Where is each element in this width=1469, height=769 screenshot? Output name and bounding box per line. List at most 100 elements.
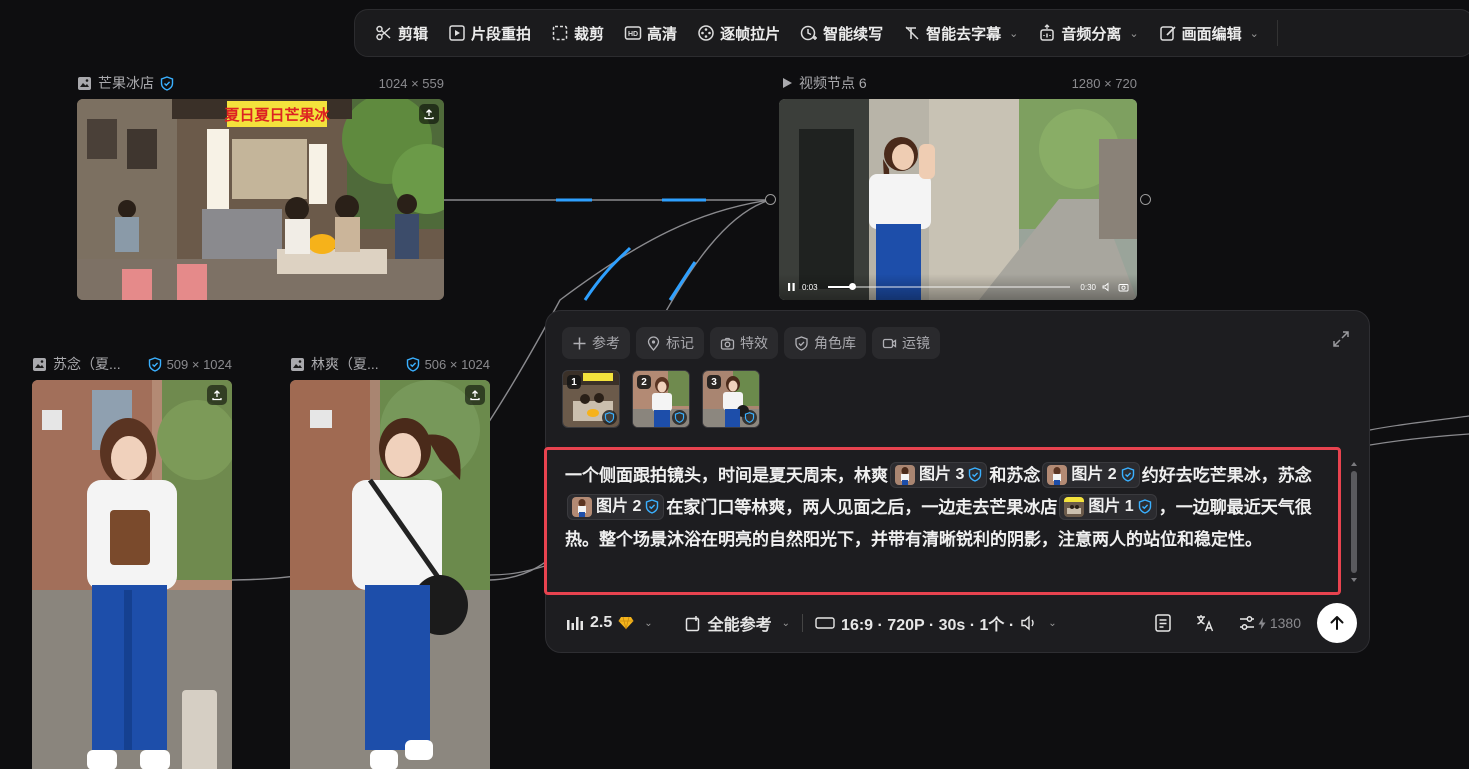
thumb-number: 1 xyxy=(567,375,581,389)
upload-button[interactable] xyxy=(465,385,485,405)
tool-smart-continue-button[interactable]: 智能续写 xyxy=(790,17,893,49)
video-output-port[interactable] xyxy=(1140,194,1151,205)
reference-thumb-1[interactable]: 1 xyxy=(562,370,620,428)
model-select[interactable]: 2.5 ⌄ xyxy=(566,614,653,632)
tool-label: 高清 xyxy=(647,25,678,43)
play-icon xyxy=(783,78,792,88)
pause-icon[interactable] xyxy=(787,282,796,292)
verified-shield-icon xyxy=(672,410,687,425)
translate-icon[interactable] xyxy=(1195,613,1215,633)
reference-chip[interactable]: 参考 xyxy=(562,327,630,359)
image-reference-tag[interactable]: 图片 2 xyxy=(1042,461,1140,488)
upload-icon xyxy=(470,390,480,401)
linshuang-photo xyxy=(290,380,490,769)
svg-text:HD: HD xyxy=(628,31,638,38)
expand-icon[interactable] xyxy=(1331,329,1351,349)
node-dimensions: 1280 × 720 xyxy=(1071,75,1137,91)
chevron-down-icon: ⌄ xyxy=(1048,617,1057,629)
reference-mode-select[interactable]: 全能参考 ⌄ xyxy=(685,611,790,635)
tool-reshoot-button[interactable]: 片段重拍 xyxy=(438,17,541,49)
tool-edit-clip-button[interactable]: 剪辑 xyxy=(365,17,438,49)
scroll-down-icon[interactable] xyxy=(1351,577,1357,583)
credits-cost: 1380 xyxy=(1257,615,1301,631)
upload-button[interactable] xyxy=(207,385,227,405)
scissors-icon xyxy=(376,25,391,41)
verified-shield-icon xyxy=(742,410,757,425)
video-total-time: 0:30 xyxy=(1080,282,1096,292)
mango-shop-image[interactable]: 夏日夏日芒果冰 xyxy=(77,99,444,300)
video-current-time: 0:03 xyxy=(802,282,818,292)
tool-label: 音频分离 xyxy=(1061,25,1122,43)
plus-icon xyxy=(573,337,586,349)
video-node-player[interactable]: 0:03 0:30 xyxy=(779,99,1137,300)
mark-chip[interactable]: 标记 xyxy=(636,327,704,359)
image-icon xyxy=(78,76,91,90)
verified-shield-icon xyxy=(602,410,617,425)
chevron-down-icon: ⌄ xyxy=(1249,27,1259,40)
generation-settings-select[interactable]: 16:9 · 720P · 30s · 1个 · ⌄ xyxy=(815,611,1057,635)
chevron-down-icon: ⌄ xyxy=(781,617,791,629)
toolbar-divider xyxy=(1276,20,1278,46)
video-progress-track[interactable] xyxy=(827,283,1071,290)
screenshot-icon[interactable] xyxy=(1118,282,1129,292)
video-progress-knob[interactable] xyxy=(848,283,856,290)
image-icon xyxy=(33,357,46,371)
reference-thumb-2[interactable]: 2 xyxy=(632,370,690,428)
reshoot-icon xyxy=(449,25,465,41)
scrollbar-thumb[interactable] xyxy=(1351,471,1357,573)
tool-label: 剪辑 xyxy=(398,25,429,43)
node-header-linshuang: 林爽（夏... 506 × 1024 xyxy=(290,354,490,374)
effects-chip[interactable]: 特效 xyxy=(710,327,778,359)
image-reference-tag[interactable]: 图片 2 xyxy=(567,493,665,520)
tool-label: 画面编辑 xyxy=(1181,25,1242,43)
tool-label: 逐帧拉片 xyxy=(720,25,781,43)
settings-sliders-icon[interactable] xyxy=(1237,613,1257,633)
linshuang-image[interactable] xyxy=(290,380,490,769)
node-dimensions: 506 × 1024 xyxy=(406,357,490,372)
chevron-down-icon: ⌄ xyxy=(1129,27,1139,40)
prompt-scrollbar[interactable] xyxy=(1351,461,1357,583)
camera-move-chip[interactable]: 运镜 xyxy=(872,327,940,359)
tool-crop-button[interactable]: 裁剪 xyxy=(541,17,614,49)
tool-label: 片段重拍 xyxy=(471,25,532,43)
panel-bottom-bar: 2.5 ⌄ 全能参考 ⌄ 16:9 · 720P · 30s · 1个 · ⌄ … xyxy=(566,603,1357,643)
edit-icon xyxy=(1159,26,1176,41)
tool-hd-button[interactable]: HD 高清 xyxy=(614,17,687,49)
tool-label: 智能去字幕 xyxy=(926,25,1002,43)
scroll-up-icon[interactable] xyxy=(1351,461,1357,467)
upload-button[interactable] xyxy=(419,104,439,124)
prompt-input-highlight[interactable]: 一个侧面跟拍镜头，时间是夏天周末，林爽 图片 3 和苏念 图片 2 约好去吃芒果冰，苏念… xyxy=(544,447,1341,595)
node-header-mango-shop: 芒果冰店 1024 × 559 xyxy=(77,73,444,93)
sunian-image[interactable] xyxy=(32,380,232,769)
volume-icon[interactable] xyxy=(1102,282,1112,292)
verified-shield-icon xyxy=(1138,499,1151,514)
node-dimensions: 509 × 1024 xyxy=(148,357,232,372)
verified-shield-icon xyxy=(160,75,174,91)
tool-image-edit-dropdown[interactable]: 画面编辑 ⌄ xyxy=(1149,17,1269,49)
reference-thumb-3[interactable]: 3 xyxy=(702,370,760,428)
tool-frame-by-frame-button[interactable]: 逐帧拉片 xyxy=(687,17,790,49)
reference-thumbnails: 1 2 3 xyxy=(562,370,760,428)
crop-icon xyxy=(552,25,568,41)
thumb-number: 3 xyxy=(707,375,721,389)
video-input-port[interactable] xyxy=(765,194,776,205)
verified-shield-icon xyxy=(406,356,419,372)
prompt-textarea[interactable]: 一个侧面跟拍镜头，时间是夏天周末，林爽 图片 3 和苏念 图片 2 约好去吃芒果冰，苏念… xyxy=(565,460,1337,556)
image-reference-tag[interactable]: 图片 1 xyxy=(1059,493,1157,520)
remove-subtitle-icon xyxy=(905,26,919,40)
speaker-muted-icon xyxy=(1021,615,1034,631)
tool-remove-subtitle-dropdown[interactable]: 智能去字幕 ⌄ xyxy=(893,17,1028,49)
image-reference-tag[interactable]: 图片 3 xyxy=(890,461,988,488)
send-button[interactable] xyxy=(1317,603,1357,643)
prompt-text-segment: 一个侧面跟拍镜头，时间是夏天周末，林爽 xyxy=(565,466,888,485)
prompt-library-icon[interactable] xyxy=(1153,613,1173,633)
video-controls: 0:03 0:30 xyxy=(779,274,1137,300)
hd-icon: HD xyxy=(624,26,642,40)
signal-bars-icon xyxy=(567,617,583,630)
mark-icon xyxy=(647,335,660,351)
character-library-chip[interactable]: 角色库 xyxy=(784,327,866,359)
shield-icon xyxy=(795,335,808,351)
tool-audio-separate-dropdown[interactable]: 音频分离 ⌄ xyxy=(1028,17,1148,49)
continue-icon xyxy=(800,25,818,41)
chevron-down-icon: ⌄ xyxy=(644,617,653,629)
